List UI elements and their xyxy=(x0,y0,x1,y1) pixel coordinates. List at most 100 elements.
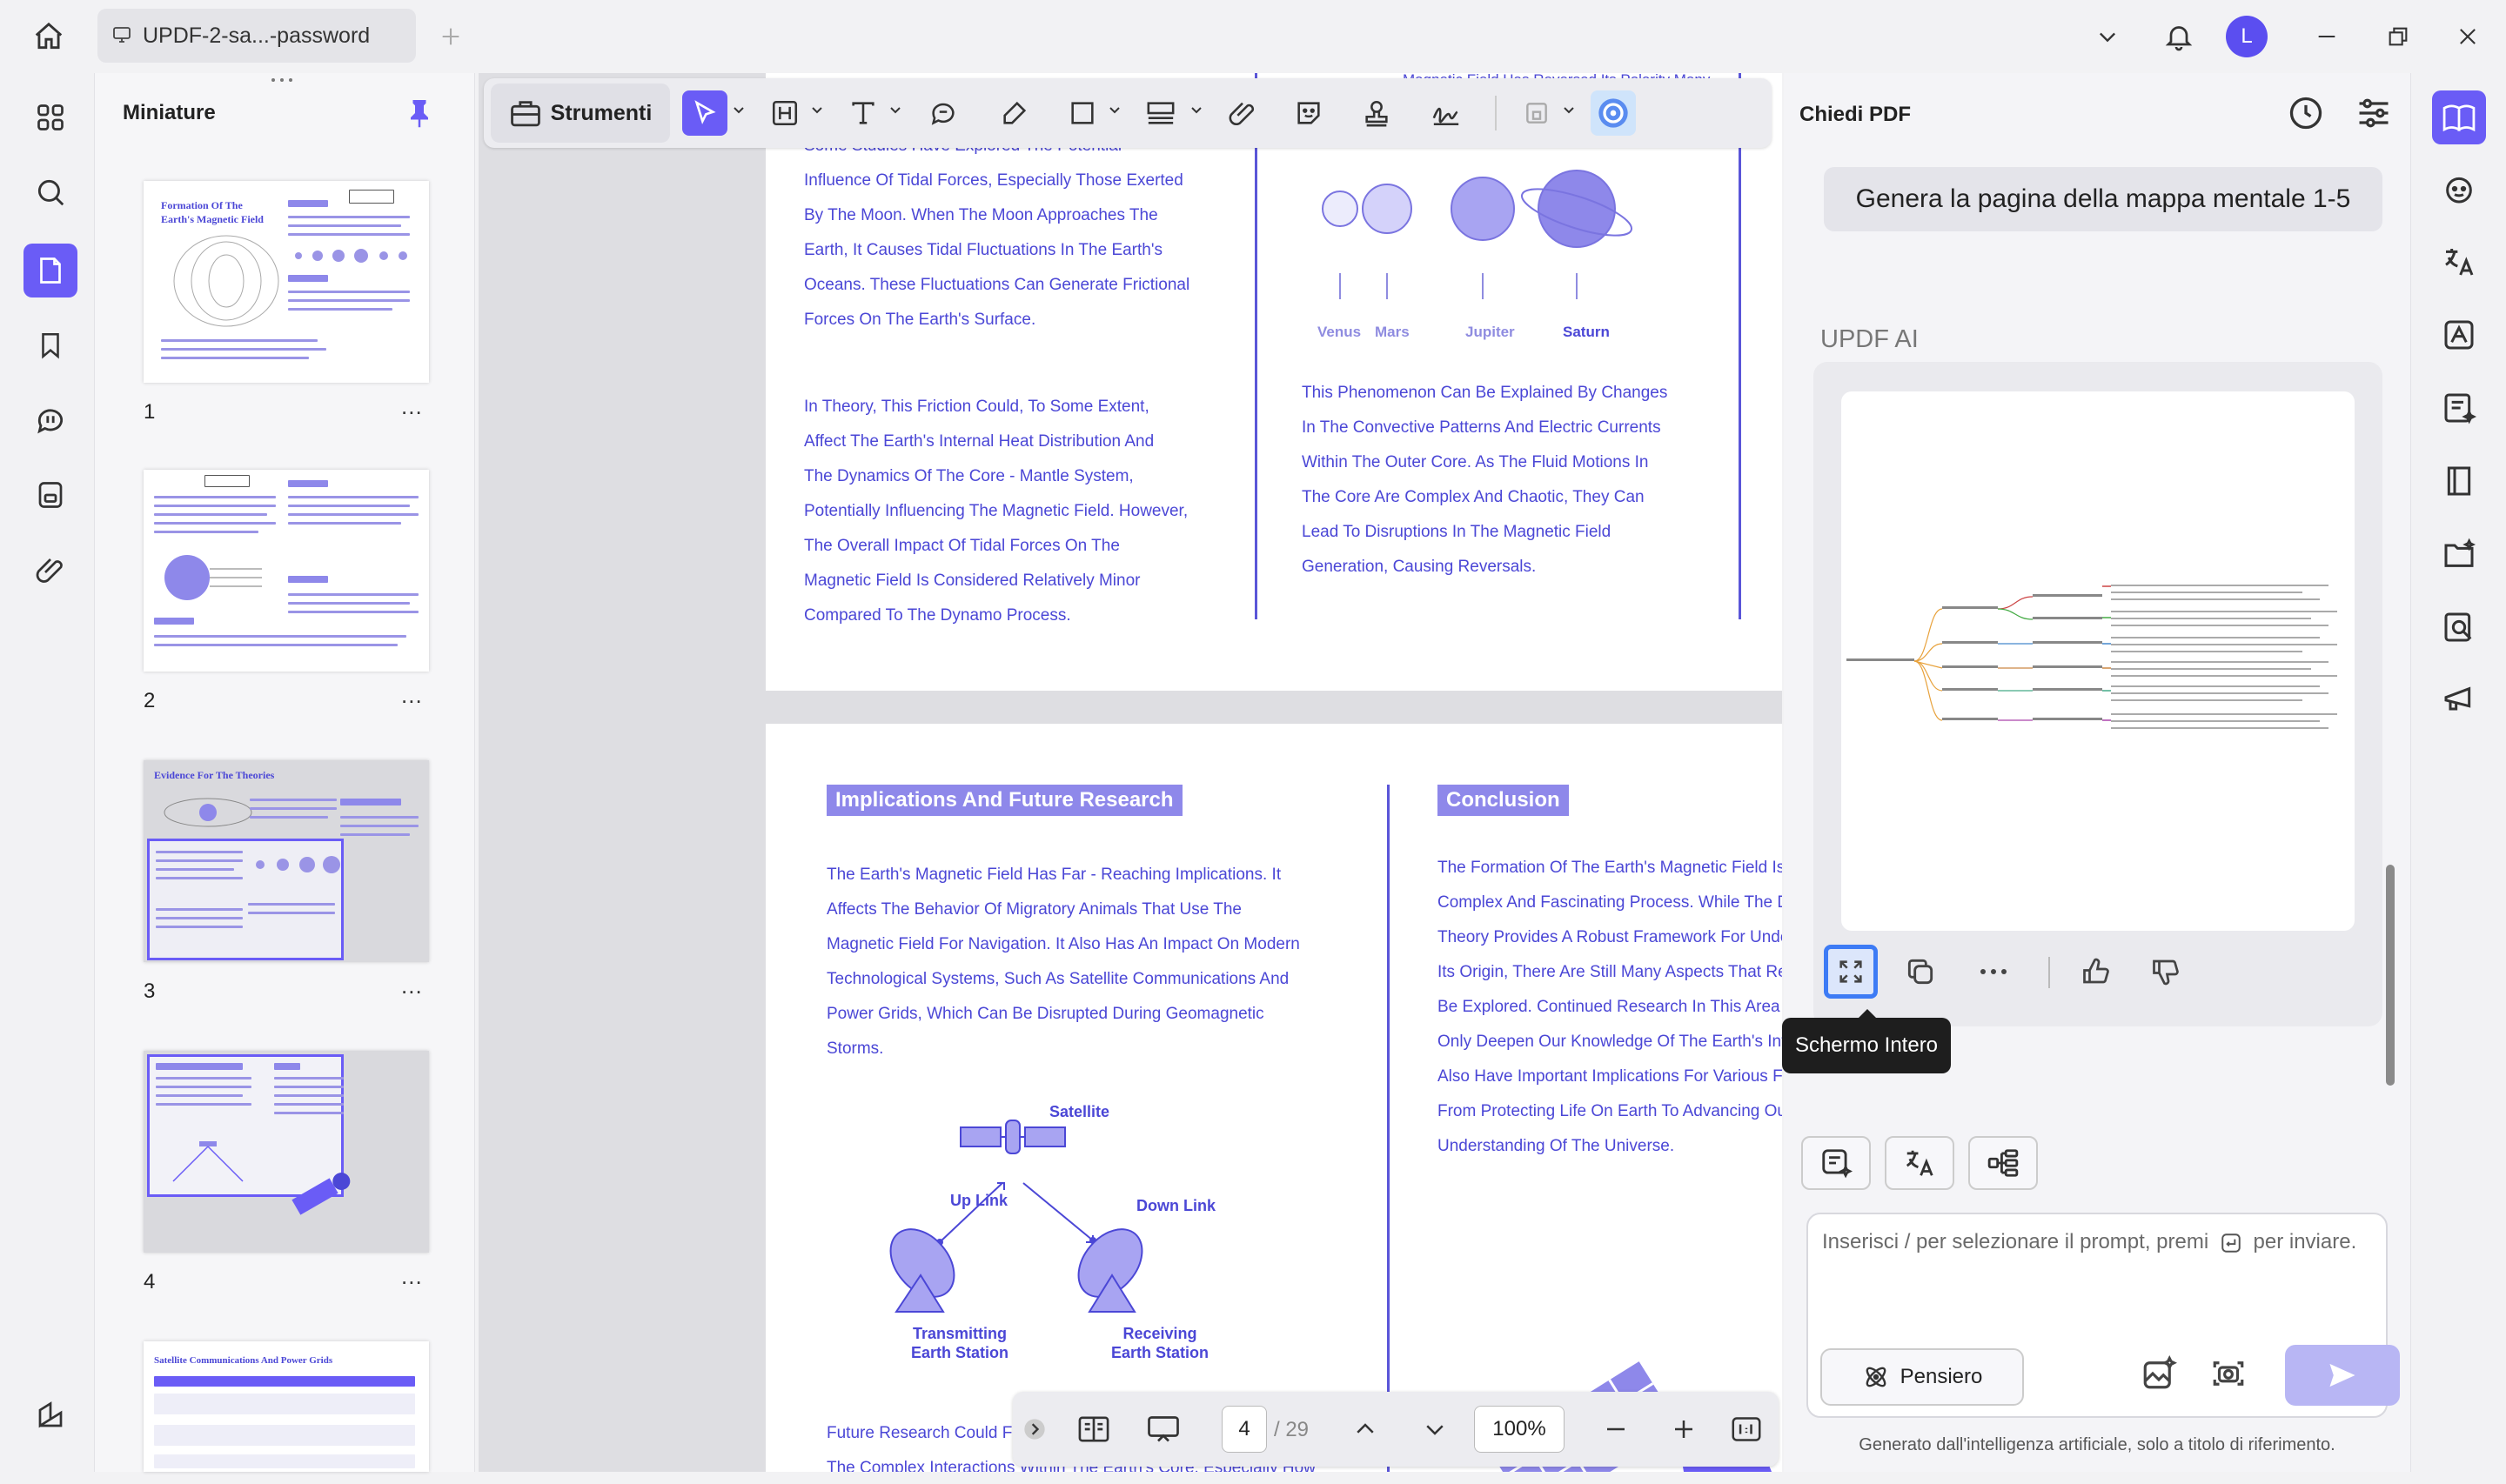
comment-icon[interactable] xyxy=(921,90,966,136)
text-line: Complex And Fascinating Process. While T… xyxy=(1437,893,1782,912)
thumbnail-more-button[interactable]: ... xyxy=(401,1263,423,1290)
folder-ai-icon[interactable] xyxy=(2432,527,2486,581)
thumbs-up-icon[interactable] xyxy=(2069,945,2123,999)
restore-icon[interactable] xyxy=(2379,19,2417,54)
text-line: In The Convective Patterns And Electric … xyxy=(1302,418,1661,437)
comments-icon[interactable] xyxy=(23,393,77,447)
presentation-board-icon[interactable] xyxy=(2432,673,2486,727)
zoom-level[interactable]: 100% xyxy=(1474,1406,1565,1453)
signature-icon[interactable] xyxy=(1424,90,1469,136)
tools-label: Strumenti xyxy=(550,100,653,125)
bell-icon[interactable] xyxy=(2158,16,2200,57)
previous-page-icon[interactable] xyxy=(1343,1407,1387,1451)
thinking-mode-toggle[interactable]: Pensiero xyxy=(1820,1348,2024,1406)
page-thumbnail-3[interactable]: Evidence For The Theories xyxy=(144,760,429,962)
document-viewer[interactable]: Magnetic Field Has Reversed Its Polarity… xyxy=(479,73,1782,1472)
avatar[interactable]: L xyxy=(2226,16,2268,57)
thumbnail-more-button[interactable]: ... xyxy=(401,393,423,420)
thumbnail-more-button[interactable]: ... xyxy=(401,682,423,709)
mind-map-preview[interactable] xyxy=(1841,391,2355,931)
column-rule xyxy=(1387,785,1390,1472)
sticker-icon[interactable] xyxy=(1286,90,1331,136)
select-icon[interactable] xyxy=(682,90,727,136)
zoom-out-icon[interactable] xyxy=(1594,1407,1638,1451)
pages-icon[interactable] xyxy=(23,244,77,297)
scrollbar[interactable] xyxy=(2386,865,2395,1086)
ocr-scan-icon[interactable] xyxy=(23,468,77,522)
home-icon[interactable] xyxy=(30,17,68,56)
thumbnail-number: 3 xyxy=(144,979,156,1003)
fullscreen-button[interactable] xyxy=(1824,945,1878,999)
prompt-input[interactable]: Inserisci / per selezionare il prompt, p… xyxy=(1806,1213,2400,1418)
mind-map-prompt-button[interactable] xyxy=(1968,1136,2038,1190)
text-line: Understanding Of The Universe. xyxy=(1437,1137,1675,1155)
zoom-in-icon[interactable] xyxy=(1662,1407,1705,1451)
copy-icon[interactable] xyxy=(1893,945,1947,999)
history-icon[interactable] xyxy=(2287,94,2332,139)
text-line: The Core Are Complex And Chaotic, They C… xyxy=(1302,488,1645,506)
text-line: Lead To Disruptions In The Magnetic Fiel… xyxy=(1302,523,1611,541)
next-page-icon[interactable] xyxy=(1413,1407,1457,1451)
ai-summary-icon[interactable] xyxy=(2432,381,2486,435)
translate-prompt-button[interactable] xyxy=(1885,1136,1954,1190)
more-options-icon[interactable] xyxy=(1967,945,2020,999)
ai-chat-icon[interactable] xyxy=(2432,162,2486,216)
page-thumbnail-5[interactable]: Satellite Communications And Power Grids xyxy=(144,1341,429,1472)
page-thumbnail-2[interactable] xyxy=(144,470,429,672)
document-tab[interactable]: UPDF-2-sa...-password xyxy=(97,9,416,63)
send-button[interactable] xyxy=(2285,1345,2400,1406)
chevron-down-icon[interactable] xyxy=(2088,19,2127,54)
monitor-icon xyxy=(111,24,134,47)
text-icon[interactable] xyxy=(841,90,886,136)
text-line: Influence Of Tidal Forces, Especially Th… xyxy=(804,171,1183,190)
ai-label: UPDF AI xyxy=(1820,325,1919,353)
translate-icon[interactable] xyxy=(2432,235,2486,289)
search-document-icon[interactable] xyxy=(2432,600,2486,654)
ai-assistant-icon[interactable] xyxy=(1591,90,1636,136)
tools-button[interactable]: Strumenti xyxy=(491,84,670,143)
pdf-page-4: Implications And Future Research The Ear… xyxy=(766,724,1782,1472)
thumbs-down-icon[interactable] xyxy=(2139,945,2193,999)
collapse-arrow-icon[interactable] xyxy=(1022,1407,1048,1451)
diagram-label-downlink: Down Link xyxy=(1136,1197,1216,1214)
stamp-icon[interactable] xyxy=(1354,90,1399,136)
attachment-icon[interactable] xyxy=(23,543,77,597)
page-thumbnail-1[interactable]: Formation Of The Earth's Magnetic Field xyxy=(144,181,429,383)
image-gen-icon[interactable] xyxy=(2141,1355,2184,1399)
thumbnail-more-button[interactable]: ... xyxy=(401,973,423,999)
ocr-icon[interactable] xyxy=(2432,308,2486,362)
page-thumbnail-4[interactable] xyxy=(144,1051,429,1253)
minimize-icon[interactable] xyxy=(2308,19,2346,54)
settings-sliders-icon[interactable] xyxy=(2355,94,2400,139)
book-icon[interactable] xyxy=(2432,454,2486,508)
page-number-input[interactable]: 4 xyxy=(1222,1406,1267,1453)
shape-icon[interactable] xyxy=(1060,90,1105,136)
ask-pdf-icon[interactable] xyxy=(2432,90,2486,144)
summarize-prompt-button[interactable] xyxy=(1801,1136,1871,1190)
add-tab-icon[interactable] xyxy=(433,19,468,54)
diagram-label-uplink: Up Link xyxy=(950,1192,1008,1209)
text-line: Earth, It Causes Tidal Fluctuations In T… xyxy=(804,241,1163,259)
bookmark-icon[interactable] xyxy=(23,318,77,372)
attach-icon[interactable] xyxy=(1220,90,1265,136)
page-text-left: The Earth's Magnetic Field Has Far - Rea… xyxy=(827,858,1300,1066)
heading-icon[interactable] xyxy=(762,90,807,136)
page-layout-icon[interactable] xyxy=(1072,1407,1116,1451)
presentation-icon[interactable] xyxy=(1142,1407,1185,1451)
close-icon[interactable] xyxy=(2449,19,2487,54)
pin-icon[interactable] xyxy=(406,97,436,132)
stamp-ruler-icon[interactable] xyxy=(1138,90,1183,136)
actual-size-icon[interactable] xyxy=(1725,1407,1768,1451)
highlight-icon[interactable] xyxy=(992,90,1037,136)
text-line: Affect The Earth's Internal Heat Distrib… xyxy=(804,432,1155,451)
save-icon[interactable] xyxy=(1514,90,1559,136)
ai-disclaimer: Generato dall'intelligenza artificiale, … xyxy=(1859,1435,2335,1454)
layers-icon[interactable] xyxy=(23,1388,77,1442)
title-bar: UPDF-2-sa...-password L xyxy=(0,0,2506,73)
section-heading: Implications And Future Research xyxy=(827,785,1183,816)
drag-handle[interactable] xyxy=(269,77,295,84)
apps-grid-icon[interactable] xyxy=(23,90,77,144)
screenshot-icon[interactable] xyxy=(2210,1355,2254,1399)
planet-label: Mars xyxy=(1375,324,1410,340)
search-icon[interactable] xyxy=(23,165,77,219)
